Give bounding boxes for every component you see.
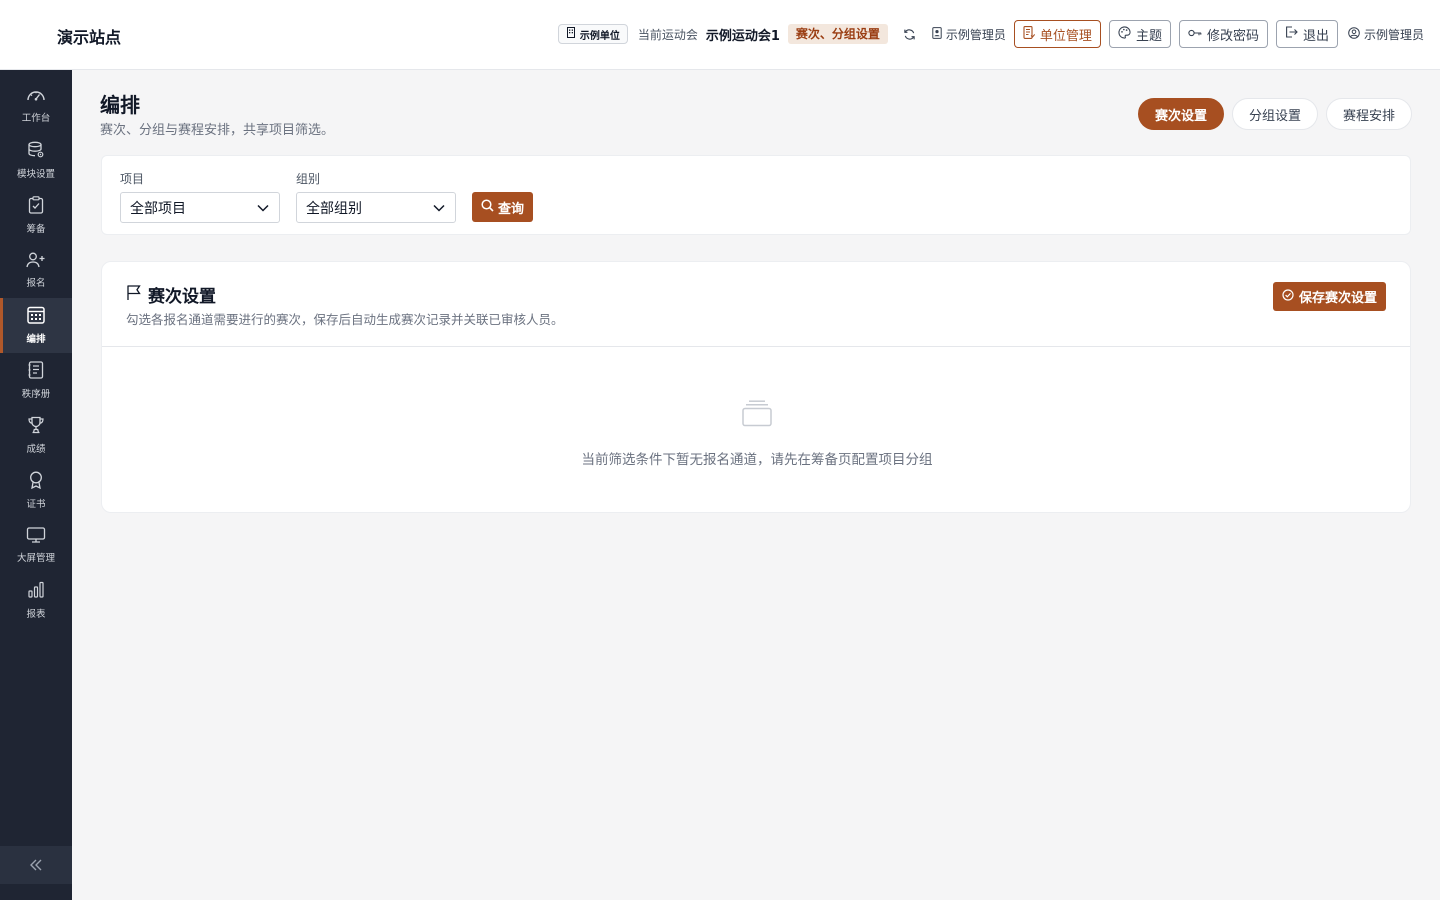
document-icon bbox=[1023, 25, 1036, 43]
badge-icon bbox=[932, 26, 942, 42]
project-filter-label: 项目 bbox=[120, 172, 145, 186]
top-header: 演示站点 示例单位 当前运动会 示例运动会1 赛次、分组设置 示例管理员 单位管… bbox=[0, 0, 1440, 70]
sidebar-item-workbench[interactable]: 工作台 bbox=[0, 78, 72, 133]
calendar-grid-icon bbox=[27, 306, 45, 328]
view-tabs: 赛次设置 分组设置 赛程安排 bbox=[1137, 98, 1412, 130]
tab-round-settings[interactable]: 赛次设置 bbox=[1137, 98, 1224, 130]
sidebar-item-label: 成绩 bbox=[26, 444, 46, 455]
chevron-down-icon bbox=[257, 200, 269, 216]
round-settings-header: 赛次设置 勾选各报名通道需要进行的赛次，保存后自动生成赛次记录并关联已审核人员。… bbox=[102, 262, 1410, 347]
group-filter: 组别 全部组别 bbox=[296, 170, 456, 223]
empty-state-text: 当前筛选条件下暂无报名通道，请先在筹备页配置项目分组 bbox=[581, 452, 933, 468]
user-add-icon bbox=[26, 252, 46, 272]
group-filter-label: 组别 bbox=[296, 172, 321, 186]
setting-tag: 赛次、分组设置 bbox=[787, 24, 888, 44]
user-menu[interactable]: 示例管理员 bbox=[1348, 26, 1424, 43]
sidebar-item-certificates[interactable]: 证书 bbox=[0, 463, 72, 518]
filter-card: 项目 全部项目 组别 全部组别 查询 bbox=[101, 155, 1411, 235]
site-name: 演示站点 bbox=[57, 28, 122, 47]
user-name: 示例管理员 bbox=[1363, 27, 1424, 42]
sidebar-item-scheduling[interactable]: 编排 bbox=[0, 298, 72, 353]
current-meet-label: 当前运动会 bbox=[637, 27, 698, 42]
sidebar-collapse-button[interactable] bbox=[0, 846, 72, 884]
flag-icon bbox=[126, 284, 142, 306]
sidebar-nav: 工作台 模块设置 筹备 报名 编排 秩序册 成绩 证书 大屏管理 报表 bbox=[0, 70, 72, 628]
clipboard-icon bbox=[28, 196, 44, 218]
check-circle-icon bbox=[1282, 288, 1294, 305]
save-round-settings-button[interactable]: 保存赛次设置 bbox=[1272, 282, 1386, 311]
logout-label: 退出 bbox=[1302, 28, 1329, 44]
sidebar-item-label: 工作台 bbox=[21, 113, 51, 124]
sidebar-item-big-screen[interactable]: 大屏管理 bbox=[0, 518, 72, 573]
page-subtitle: 赛次、分组与赛程安排，共享项目筛选。 bbox=[100, 123, 335, 138]
change-password-button[interactable]: 修改密码 bbox=[1178, 20, 1268, 48]
sidebar-item-program-book[interactable]: 秩序册 bbox=[0, 353, 72, 408]
theme-label: 主题 bbox=[1135, 28, 1162, 44]
key-icon bbox=[1188, 27, 1202, 42]
search-icon bbox=[481, 198, 494, 216]
building-icon bbox=[566, 27, 576, 41]
double-chevron-left-icon bbox=[29, 856, 43, 875]
booklet-icon bbox=[28, 361, 44, 383]
monitor-icon bbox=[26, 527, 46, 547]
trophy-icon bbox=[27, 416, 45, 438]
sidebar-item-label: 大屏管理 bbox=[16, 553, 55, 564]
database-icon bbox=[27, 141, 45, 163]
project-select-value: 全部项目 bbox=[130, 200, 186, 217]
sidebar-item-registration[interactable]: 报名 bbox=[0, 243, 72, 298]
round-settings-description: 勾选各报名通道需要进行的赛次，保存后自动生成赛次记录并关联已审核人员。 bbox=[126, 312, 564, 327]
project-select[interactable]: 全部项目 bbox=[120, 192, 280, 223]
group-select[interactable]: 全部组别 bbox=[296, 192, 456, 223]
project-filter: 项目 全部项目 bbox=[120, 170, 280, 223]
admin-role-label: 示例管理员 bbox=[945, 27, 1006, 42]
query-button[interactable]: 查询 bbox=[472, 192, 534, 222]
sidebar-item-label: 报名 bbox=[26, 278, 46, 289]
save-round-settings-label: 保存赛次设置 bbox=[1298, 291, 1377, 306]
sidebar-item-label: 筹备 bbox=[26, 224, 46, 235]
sidebar-item-preparation[interactable]: 筹备 bbox=[0, 188, 72, 243]
tab-schedule[interactable]: 赛程安排 bbox=[1325, 98, 1412, 130]
refresh-icon[interactable] bbox=[902, 26, 918, 42]
sidebar: 工作台 模块设置 筹备 报名 编排 秩序册 成绩 证书 大屏管理 报表 bbox=[0, 70, 72, 900]
sidebar-item-label: 模块设置 bbox=[16, 169, 55, 180]
bar-chart-icon bbox=[27, 581, 45, 603]
sidebar-item-reports[interactable]: 报表 bbox=[0, 573, 72, 628]
dashboard-icon bbox=[26, 87, 46, 107]
current-meet-name: 示例运动会1 bbox=[705, 28, 780, 44]
unit-manage-button[interactable]: 单位管理 bbox=[1013, 20, 1101, 48]
sidebar-item-label: 秩序册 bbox=[21, 389, 51, 400]
group-select-value: 全部组别 bbox=[306, 200, 362, 217]
unit-chip-label: 示例单位 bbox=[579, 30, 620, 42]
admin-role: 示例管理员 bbox=[932, 26, 1006, 43]
tab-group-settings[interactable]: 分组设置 bbox=[1231, 98, 1318, 130]
palette-icon bbox=[1118, 25, 1131, 43]
chevron-down-icon bbox=[433, 200, 445, 216]
unit-chip[interactable]: 示例单位 bbox=[557, 24, 628, 44]
round-settings-title: 赛次设置 bbox=[126, 282, 216, 307]
theme-button[interactable]: 主题 bbox=[1108, 20, 1171, 48]
sidebar-item-module-settings[interactable]: 模块设置 bbox=[0, 133, 72, 188]
version-text bbox=[10, 825, 13, 835]
round-settings-card: 赛次设置 勾选各报名通道需要进行的赛次，保存后自动生成赛次记录并关联已审核人员。… bbox=[101, 261, 1411, 513]
header-toolbar: 示例单位 当前运动会 示例运动会1 赛次、分组设置 示例管理员 单位管理 主题 bbox=[557, 20, 1424, 48]
sidebar-item-label: 编排 bbox=[26, 334, 46, 345]
sidebar-item-results[interactable]: 成绩 bbox=[0, 408, 72, 463]
page-title: 编排 bbox=[100, 93, 140, 117]
change-password-label: 修改密码 bbox=[1206, 28, 1259, 44]
empty-inbox-icon bbox=[742, 400, 772, 431]
logout-icon bbox=[1285, 26, 1298, 42]
unit-manage-label: 单位管理 bbox=[1039, 28, 1092, 44]
user-circle-icon bbox=[1348, 26, 1360, 42]
sidebar-item-label: 证书 bbox=[26, 499, 46, 510]
query-button-label: 查询 bbox=[498, 201, 525, 217]
award-icon bbox=[28, 471, 44, 493]
logout-button[interactable]: 退出 bbox=[1275, 20, 1338, 48]
sidebar-item-label: 报表 bbox=[26, 609, 46, 620]
round-settings-title-text: 赛次设置 bbox=[148, 287, 216, 307]
